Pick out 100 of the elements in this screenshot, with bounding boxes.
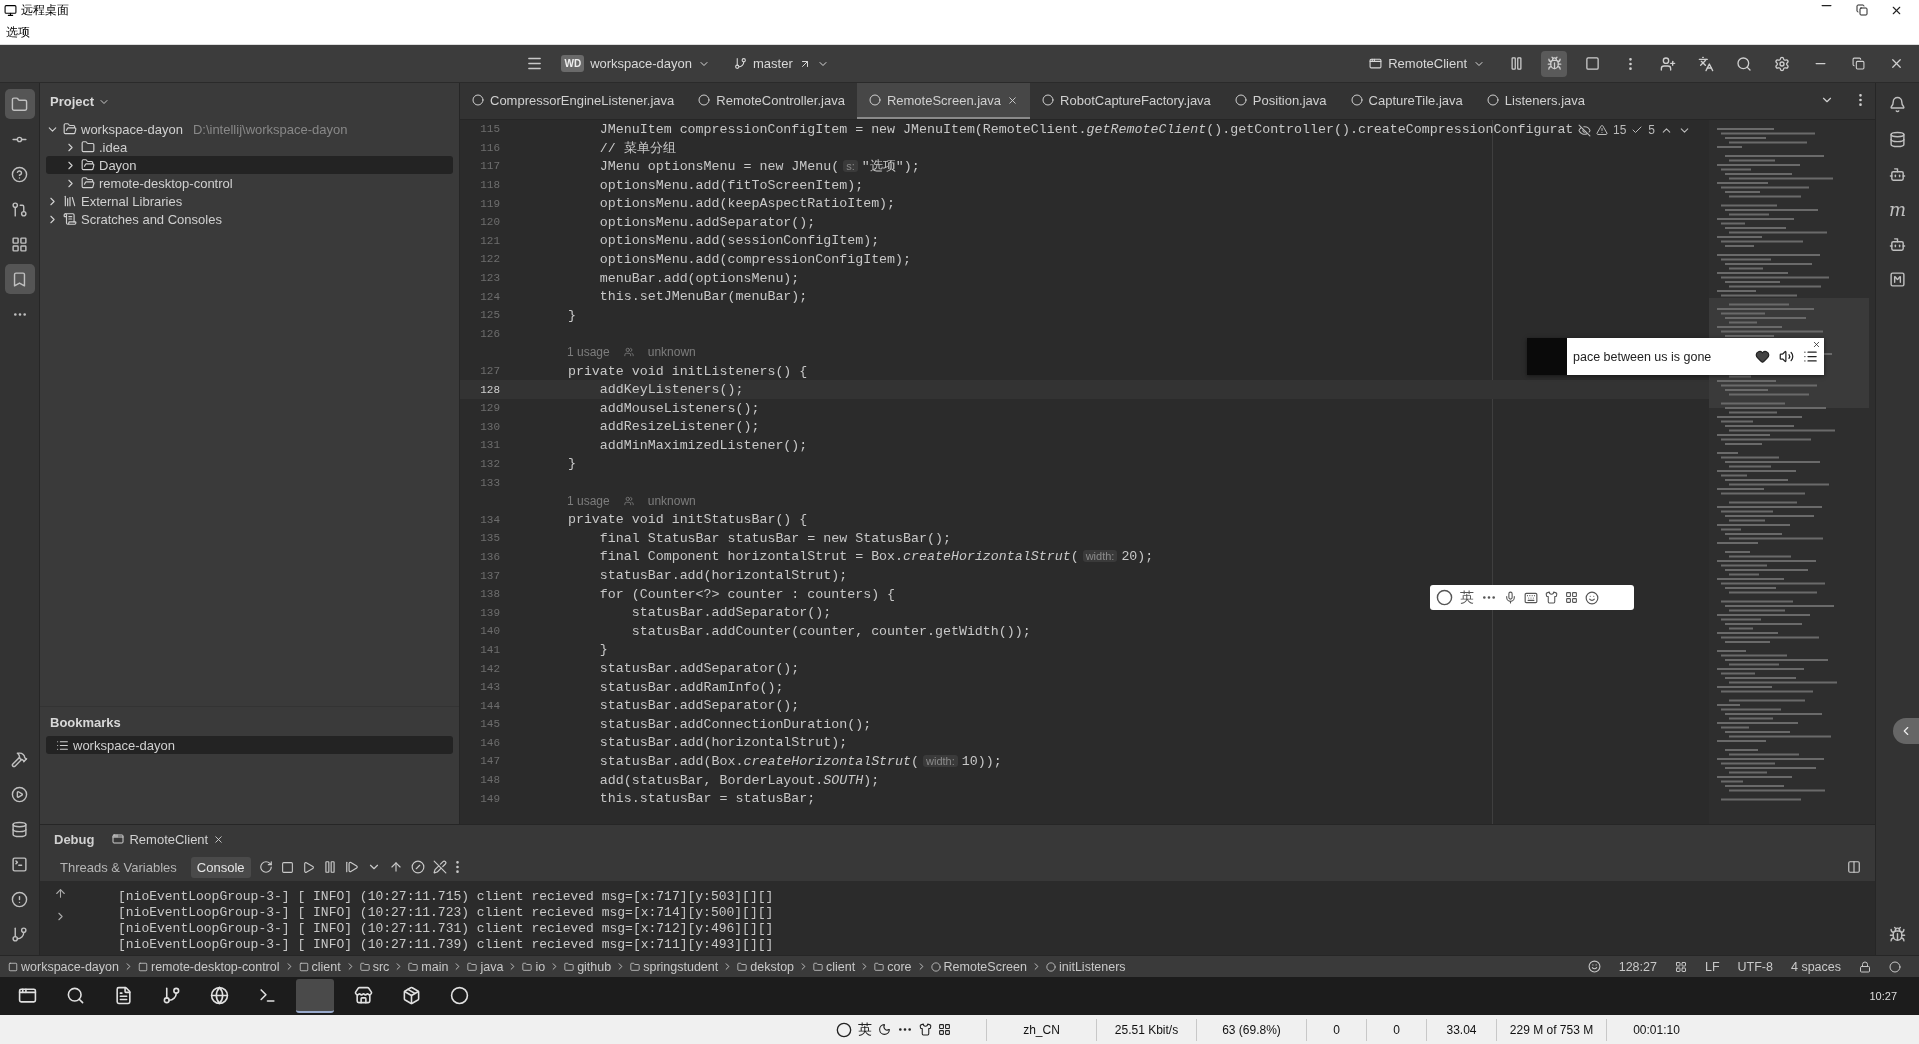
breadcrumb-item[interactable]: client (298, 959, 341, 974)
breadcrumb-item[interactable]: io (522, 959, 546, 974)
layout-icon[interactable] (1847, 860, 1861, 874)
encoding[interactable]: UTF-8 (1737, 959, 1773, 974)
caret-position[interactable]: 128:27 (1618, 959, 1657, 974)
collapse-handle[interactable] (1893, 718, 1919, 744)
usage-hint[interactable]: 1 usage (567, 345, 610, 360)
debug-session-tab[interactable]: RemoteClient (112, 831, 225, 847)
close-tab-icon[interactable] (1007, 94, 1019, 106)
close-icon[interactable] (1812, 340, 1821, 349)
store-icon (353, 985, 373, 1005)
menu-icon[interactable] (526, 55, 544, 72)
bookmark-tool-button[interactable] (4, 264, 35, 294)
status-icon[interactable] (1587, 960, 1601, 973)
editor-tab[interactable]: Position.java (1222, 83, 1339, 119)
maven-label[interactable]: m (1882, 194, 1913, 224)
mic-icon[interactable] (1504, 591, 1517, 604)
resume-icon[interactable] (301, 860, 315, 874)
tree-item[interactable]: .idea (46, 138, 453, 156)
stop-icon[interactable] (280, 860, 294, 874)
code-text: optionsMenu.add(sessionConfigItem); (598, 233, 880, 249)
breadcrumb-item[interactable]: client (813, 959, 856, 974)
code-taskbar-button[interactable] (296, 979, 334, 1013)
editor-tab[interactable]: CompressorEngineListener.java (460, 83, 687, 119)
warnings-count[interactable]: 15 (1612, 123, 1627, 137)
restore-icon[interactable] (1856, 3, 1868, 16)
breadcrumb-item[interactable]: RemoteScreen (930, 959, 1027, 974)
breadcrumb-item[interactable]: github (564, 959, 612, 974)
hide-icon[interactable] (1577, 123, 1591, 137)
lock-icon[interactable] (1859, 960, 1871, 973)
module-icon (137, 961, 148, 972)
editor-tab[interactable]: CaptureTile.java (1338, 83, 1475, 119)
code-text: this.setJMenuBar(menuBar); (598, 289, 808, 305)
indent[interactable]: 4 spaces (1790, 959, 1841, 974)
rerun-icon[interactable] (258, 860, 273, 874)
debug-tab[interactable]: Console (190, 856, 251, 878)
line-ending[interactable]: LF (1704, 959, 1720, 974)
more-icon[interactable] (454, 859, 460, 875)
editor-tab[interactable]: Listeners.java (1474, 83, 1597, 119)
scratch-icon (63, 212, 77, 226)
class-icon (930, 961, 941, 972)
breadcrumb-item[interactable]: initListeners (1045, 959, 1126, 974)
tree-item[interactable]: Dayon (46, 156, 453, 174)
library-icon (63, 194, 77, 208)
breadcrumb-item[interactable]: core (874, 959, 912, 974)
line-number: 116 (479, 141, 500, 154)
tree-item[interactable]: remote-desktop-control (46, 174, 453, 192)
menu-item[interactable]: 选项 (6, 23, 30, 41)
play-icon (11, 785, 28, 803)
minimize-icon[interactable] (1819, 3, 1834, 7)
debug-tab[interactable]: Threads & Variables (54, 856, 183, 878)
step-icon[interactable] (344, 860, 359, 874)
status-field: 229 M of 753 M (1496, 1018, 1606, 1041)
project-selector[interactable]: WD workspace-dayon (555, 51, 717, 76)
pause-icon[interactable] (322, 860, 337, 874)
punctuation-icon[interactable] (1481, 595, 1497, 600)
breadcrumb-item[interactable]: remote-desktop-control (137, 959, 280, 974)
editor-tab[interactable]: RemoteScreen.java (856, 83, 1031, 119)
panel-title[interactable]: Project (50, 94, 95, 109)
usage-hint[interactable]: 1 usage (567, 494, 610, 509)
tree-item[interactable]: workspace-dayon D:\intellij\workspace-dayon (46, 120, 453, 138)
line-number: 127 (479, 365, 500, 377)
keyboard-icon[interactable] (1524, 590, 1538, 605)
breadcrumb-item[interactable]: src (359, 959, 390, 974)
code-text: statusBar.addCounter(counter, counter.getWidth()); (630, 623, 1031, 639)
breadcrumb-item[interactable]: java (467, 959, 504, 974)
mute-icon[interactable] (410, 860, 425, 874)
branch-selector[interactable]: master (728, 52, 835, 75)
breadcrumb-item[interactable]: dekstop (737, 959, 795, 974)
step-out-icon[interactable] (388, 860, 403, 874)
heart-icon[interactable] (1755, 349, 1770, 364)
line-number: 135 (479, 532, 500, 545)
checks-count[interactable]: 5 (1648, 123, 1655, 137)
scroll-up-icon[interactable] (53, 887, 67, 900)
status-field: 33.04 (1426, 1018, 1496, 1041)
breadcrumb-item[interactable]: workspace-dayon (8, 959, 119, 974)
tree-item[interactable]: Scratches and Consoles (46, 210, 453, 228)
debug-button[interactable] (1541, 50, 1567, 77)
breadcrumb-item[interactable]: springstudent (630, 959, 719, 974)
folder-tool-button[interactable] (4, 89, 35, 119)
clear-icon[interactable] (432, 860, 447, 874)
bookmark-item[interactable]: workspace-dayon (46, 736, 453, 754)
tree-item[interactable]: External Libraries (46, 192, 453, 210)
grid-icon[interactable] (1565, 591, 1578, 604)
close-tab-icon[interactable] (213, 833, 225, 845)
ime-mode[interactable]: 英 (1460, 588, 1474, 607)
shirt-icon[interactable] (1545, 591, 1558, 604)
face-icon[interactable] (1585, 590, 1599, 605)
volume-icon[interactable] (1779, 349, 1794, 364)
breadcrumb-item[interactable]: main (408, 959, 449, 974)
run-config-selector[interactable]: RemoteClient (1363, 52, 1491, 75)
tree-label: Scratches and Consoles (81, 211, 222, 227)
list-icon[interactable] (1803, 349, 1818, 364)
editor-tab[interactable]: RemoteController.java (686, 83, 857, 119)
status-field: zh_CN (986, 1018, 1096, 1041)
bookmark-label: workspace-dayon (73, 737, 175, 753)
class-icon (1042, 94, 1055, 106)
editor-tab[interactable]: RobotCaptureFactory.java (1030, 83, 1223, 119)
line-number: 144 (479, 699, 500, 712)
tree-label: .idea (99, 139, 128, 155)
